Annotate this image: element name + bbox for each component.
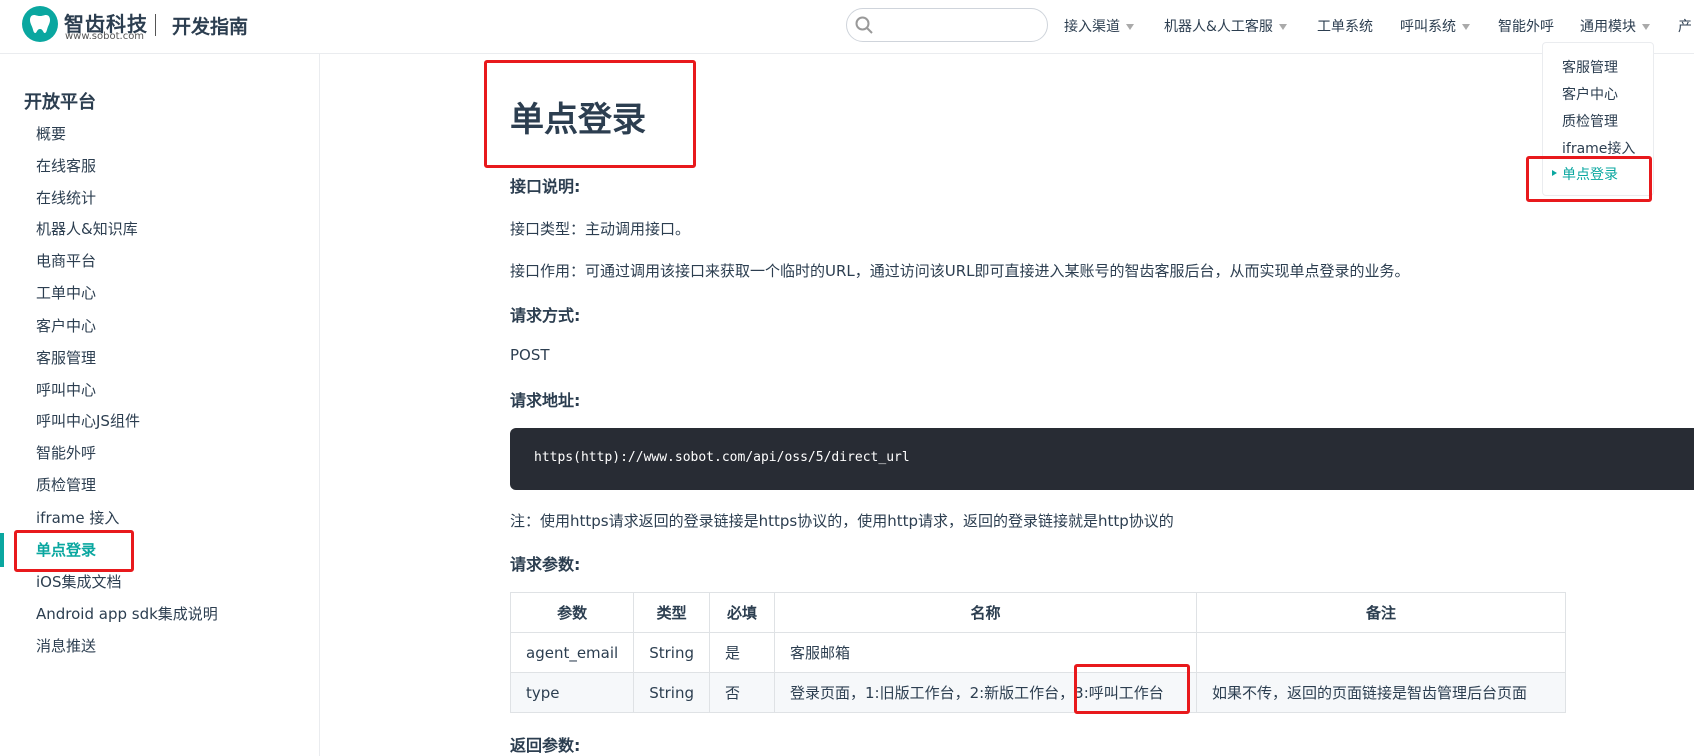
column-header: 类型: [633, 592, 710, 633]
sidebar-heading: 开放平台: [24, 92, 96, 113]
sidebar-item-iframe[interactable]: iframe 接入: [36, 507, 119, 528]
protocol-note-text: 注：使用https请求返回的登录链接是https协议的，使用http请求，返回的…: [510, 512, 1174, 530]
toc-item-quality-management[interactable]: 质检管理: [1562, 111, 1618, 131]
table-cell: String: [633, 632, 710, 673]
sidebar-item-message-push[interactable]: 消息推送: [36, 635, 96, 656]
sidebar: 开放平台 概要 在线客服 在线统计 机器人&知识库 电商平台 工单中心 客户中心…: [0, 54, 320, 756]
interface-type-text: 接口类型：主动调用接口。: [510, 220, 691, 238]
sidebar-item-robot-knowledge[interactable]: 机器人&知识库: [36, 218, 138, 239]
table-cell: [1195, 632, 1566, 673]
nav-item-smart-outbound[interactable]: 智能外呼: [1498, 16, 1554, 36]
code-block: https(http)://www.sobot.com/api/oss/5/di…: [510, 428, 1694, 490]
section-heading-params: 请求参数:: [510, 555, 581, 574]
request-method-text: POST: [510, 346, 550, 364]
nav-item-access-channels[interactable]: 接入渠道: [1064, 16, 1134, 36]
table-cell: type: [509, 672, 635, 713]
chevron-down-icon: [1462, 24, 1470, 30]
sidebar-item-ticket-center[interactable]: 工单中心: [36, 282, 96, 303]
table-cell: 如果不传，返回的页面链接是智齿管理后台页面: [1195, 672, 1566, 713]
toc-item-agent-management[interactable]: 客服管理: [1562, 57, 1618, 77]
table-cell: String: [633, 672, 710, 713]
chevron-down-icon: [1126, 24, 1134, 30]
column-header: 名称: [773, 592, 1197, 633]
brand-domain: www.sobot.com: [65, 31, 145, 42]
toc-item-sso[interactable]: 单点登录: [1562, 164, 1618, 184]
nav-item-products[interactable]: 产: [1678, 16, 1692, 36]
column-header: 备注: [1195, 592, 1566, 633]
column-header: 必填: [708, 592, 775, 633]
brand-divider: [155, 14, 156, 36]
sidebar-item-quality-management[interactable]: 质检管理: [36, 474, 96, 495]
section-heading-method: 请求方式:: [510, 306, 581, 325]
section-heading-intro: 接口说明:: [510, 177, 581, 196]
chevron-down-icon: [1642, 24, 1650, 30]
sidebar-item-ecommerce[interactable]: 电商平台: [36, 250, 96, 271]
table-of-contents: 客服管理 客户中心 质检管理 iframe接入 单点登录: [1542, 42, 1654, 196]
section-heading-return: 返回参数:: [510, 736, 581, 755]
search-icon: [855, 16, 873, 34]
params-table: 参数 类型 必填 名称 备注 agent_email String 是 客服邮箱…: [509, 592, 1566, 713]
sidebar-item-sso[interactable]: 单点登录: [36, 539, 96, 560]
section-heading-url: 请求地址:: [510, 391, 581, 410]
sidebar-item-overview[interactable]: 概要: [36, 123, 66, 144]
table-row: type String 否 登录页面，1:旧版工作台，2:新版工作台，3:呼叫工…: [509, 672, 1566, 713]
page-title: 单点登录: [510, 100, 646, 140]
table-cell: 否: [708, 672, 775, 713]
site-title[interactable]: 开发指南: [172, 12, 248, 39]
sidebar-item-ios-docs[interactable]: iOS集成文档: [36, 571, 122, 592]
sidebar-item-agent-management[interactable]: 客服管理: [36, 347, 96, 368]
top-header: 智齿科技 www.sobot.com 开发指南 接入渠道 机器人&人工客服 工单…: [0, 0, 1694, 54]
search-input[interactable]: [846, 8, 1048, 42]
toc-item-iframe[interactable]: iframe接入: [1562, 138, 1635, 158]
sidebar-item-customer-center[interactable]: 客户中心: [36, 315, 96, 336]
nav-item-common-modules[interactable]: 通用模块: [1580, 16, 1650, 36]
nav-item-ticket-system[interactable]: 工单系统: [1317, 16, 1373, 36]
table-cell: 登录页面，1:旧版工作台，2:新版工作台，3:呼叫工作台: [773, 672, 1197, 713]
sidebar-item-online-stats[interactable]: 在线统计: [36, 187, 96, 208]
table-cell: 客服邮箱: [773, 632, 1197, 673]
tooth-logo-icon[interactable]: [22, 6, 58, 42]
toc-active-marker-icon: [1552, 170, 1557, 176]
interface-purpose-text: 接口作用：可通过调用该接口来获取一个临时的URL，通过访问该URL即可直接进入某…: [510, 262, 1410, 280]
table-row: agent_email String 是 客服邮箱: [509, 632, 1566, 673]
sidebar-item-online-service[interactable]: 在线客服: [36, 155, 96, 176]
toc-item-customer-center[interactable]: 客户中心: [1562, 84, 1618, 104]
sidebar-item-call-center[interactable]: 呼叫中心: [36, 379, 96, 400]
table-cell: 是: [708, 632, 775, 673]
column-header: 参数: [509, 592, 635, 633]
nav-item-call-system[interactable]: 呼叫系统: [1400, 16, 1470, 36]
nav-item-robot-human-service[interactable]: 机器人&人工客服: [1164, 16, 1287, 36]
active-indicator: [0, 533, 4, 567]
request-url-code[interactable]: https(http)://www.sobot.com/api/oss/5/di…: [534, 450, 910, 465]
table-cell: agent_email: [509, 632, 635, 673]
sidebar-item-smart-outbound[interactable]: 智能外呼: [36, 442, 96, 463]
sidebar-item-android-sdk[interactable]: Android app sdk集成说明: [36, 603, 218, 624]
chevron-down-icon: [1278, 24, 1287, 30]
table-header-row: 参数 类型 必填 名称 备注: [509, 592, 1566, 633]
sidebar-item-call-center-js[interactable]: 呼叫中心JS组件: [36, 410, 140, 431]
